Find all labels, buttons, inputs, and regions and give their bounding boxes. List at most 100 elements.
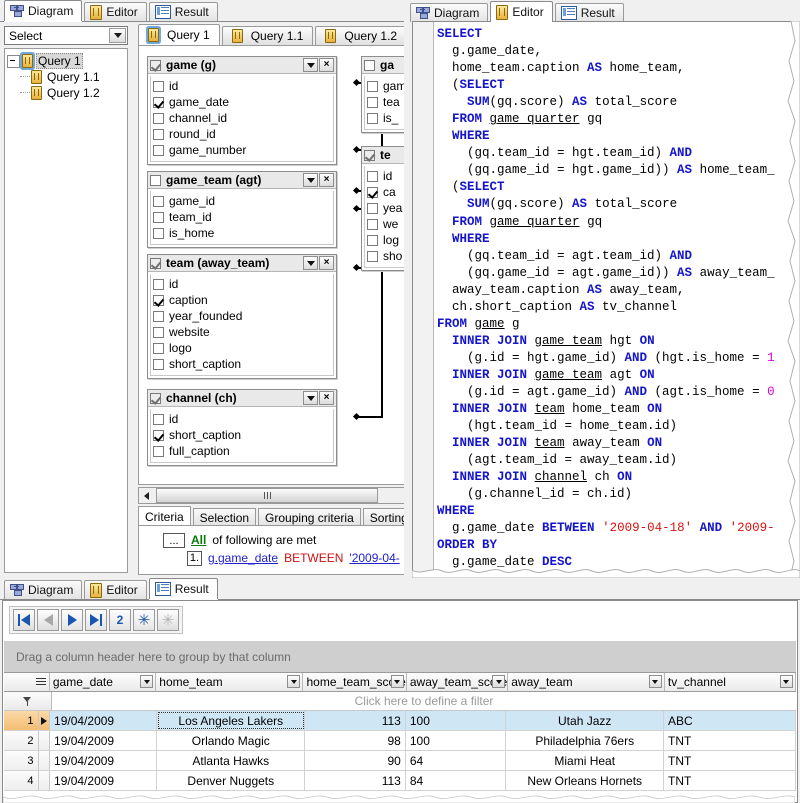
tab-diagram[interactable]: Diagram <box>4 580 82 599</box>
table-checkbox[interactable] <box>364 60 375 71</box>
tab-grouping-criteria[interactable]: Grouping criteria <box>258 508 361 526</box>
tree-item-query-1-2[interactable]: Query 1.2 <box>7 85 125 101</box>
chevron-down-icon[interactable] <box>303 391 318 405</box>
chevron-down-icon[interactable] <box>303 173 318 187</box>
field-row[interactable]: website <box>153 324 331 340</box>
table-cell[interactable]: Orlando Magic <box>157 731 305 750</box>
field-checkbox[interactable] <box>153 97 164 108</box>
table-row[interactable]: 419/04/2009Denver Nuggets11384New Orlean… <box>4 771 796 791</box>
chevron-down-icon[interactable] <box>649 675 662 688</box>
row-index[interactable]: 1 <box>4 711 39 730</box>
query-tab-1[interactable]: Query 1 <box>138 24 220 45</box>
table-box-team-away[interactable]: team (away_team) × id caption year_found… <box>147 254 337 379</box>
tab-criteria[interactable]: Criteria <box>138 506 191 526</box>
scrollbar-thumb[interactable] <box>156 488 378 503</box>
table-cell[interactable]: Los Angeles Lakers <box>157 711 305 730</box>
criteria-all-keyword[interactable]: All <box>191 533 206 547</box>
field-checkbox[interactable] <box>367 97 378 108</box>
table-cell[interactable]: 98 <box>305 731 406 750</box>
criteria-condition-row[interactable]: 1. g.game_date BETWEEN '2009-04- <box>143 549 411 567</box>
sql-code-text[interactable]: SELECT g.game_date, home_team.caption AS… <box>437 26 800 578</box>
field-checkbox[interactable] <box>153 295 164 306</box>
field-row[interactable]: channel_id <box>153 110 331 126</box>
field-checkbox[interactable] <box>367 187 378 198</box>
field-checkbox[interactable] <box>153 81 164 92</box>
close-icon[interactable]: × <box>319 391 334 405</box>
field-checkbox[interactable] <box>153 279 164 290</box>
insert-record-button[interactable]: ✳ <box>133 609 155 631</box>
chevron-down-icon[interactable] <box>140 675 153 688</box>
field-row[interactable]: full_caption <box>153 443 331 459</box>
field-row[interactable]: short_caption <box>153 427 331 443</box>
diagram-horizontal-scrollbar[interactable] <box>138 487 416 504</box>
field-checkbox[interactable] <box>153 212 164 223</box>
table-checkbox[interactable] <box>150 393 161 404</box>
table-header[interactable]: game (g) × <box>148 57 336 74</box>
refresh-button[interactable]: 2 <box>109 609 131 631</box>
field-row[interactable]: round_id <box>153 126 331 142</box>
table-cell[interactable]: 113 <box>305 711 406 730</box>
field-row[interactable]: year_founded <box>153 308 331 324</box>
table-row[interactable]: 119/04/2009Los Angeles Lakers113100Utah … <box>4 711 796 731</box>
row-index[interactable]: 3 <box>4 751 39 770</box>
row-index[interactable]: 4 <box>4 771 39 790</box>
field-row[interactable]: caption <box>153 292 331 308</box>
query-tab-1-2[interactable]: Query 1.2 <box>315 26 407 45</box>
table-header[interactable]: team (away_team) × <box>148 255 336 272</box>
tab-result[interactable]: Result <box>149 578 218 599</box>
field-checkbox[interactable] <box>153 446 164 457</box>
table-cell[interactable]: 19/04/2009 <box>50 731 157 750</box>
sql-editor-body[interactable]: SELECT g.game_date, home_team.caption AS… <box>412 21 800 578</box>
select-combobox[interactable]: Select <box>4 26 128 45</box>
field-checkbox[interactable] <box>153 327 164 338</box>
table-cell[interactable]: Atlanta Hawks <box>157 751 305 770</box>
tab-result[interactable]: Result <box>555 3 624 22</box>
diagram-canvas[interactable]: game (g) × id game_date channel_id round… <box>138 45 416 485</box>
field-row[interactable]: is_home <box>153 225 331 241</box>
filter-hint[interactable]: Click here to define a filter <box>52 692 796 710</box>
table-cell[interactable]: Philadelphia 76ers <box>506 731 664 750</box>
chevron-down-icon[interactable] <box>391 675 404 688</box>
group-by-drop-area[interactable]: Drag a column header here to group by th… <box>4 641 796 673</box>
field-checkbox[interactable] <box>367 235 378 246</box>
table-header[interactable]: channel (ch) × <box>148 390 336 407</box>
close-icon[interactable]: × <box>319 58 334 72</box>
query-tab-1-1[interactable]: Query 1.1 <box>222 26 314 45</box>
column-chooser-icon[interactable] <box>36 678 46 687</box>
chevron-down-icon[interactable] <box>303 58 318 72</box>
field-checkbox[interactable] <box>153 311 164 322</box>
table-header[interactable]: game_team (agt) × <box>148 172 336 189</box>
next-record-button[interactable] <box>61 609 83 631</box>
chevron-down-icon[interactable] <box>109 28 126 43</box>
chevron-down-icon[interactable] <box>780 675 793 688</box>
field-row[interactable]: id <box>153 411 331 427</box>
filter-builder-button[interactable] <box>4 692 52 710</box>
field-checkbox[interactable] <box>153 196 164 207</box>
table-cell[interactable]: 64 <box>406 751 507 770</box>
table-cell[interactable]: 100 <box>406 711 507 730</box>
close-icon[interactable]: × <box>319 173 334 187</box>
chevron-down-icon[interactable] <box>287 675 300 688</box>
table-checkbox[interactable] <box>364 150 375 161</box>
field-checkbox[interactable] <box>153 145 164 156</box>
last-record-button[interactable] <box>85 609 107 631</box>
field-checkbox[interactable] <box>367 219 378 230</box>
chevron-down-icon[interactable] <box>492 675 505 688</box>
table-cell[interactable]: 84 <box>406 771 507 790</box>
criteria-field[interactable]: g.game_date <box>208 551 278 565</box>
table-cell[interactable]: 19/04/2009 <box>50 711 157 730</box>
criteria-value[interactable]: '2009-04- <box>349 551 399 565</box>
tab-editor[interactable]: Editor <box>490 1 552 22</box>
tab-selection[interactable]: Selection <box>193 508 256 526</box>
field-checkbox[interactable] <box>367 251 378 262</box>
table-cell[interactable]: TNT <box>664 751 796 770</box>
field-checkbox[interactable] <box>153 430 164 441</box>
field-row[interactable]: id <box>153 276 331 292</box>
table-row[interactable]: 319/04/2009Atlanta Hawks9064Miami HeatTN… <box>4 751 796 771</box>
result-grid[interactable]: game_date home_team home_team_score away… <box>4 673 796 802</box>
tab-diagram[interactable]: Diagram <box>410 3 488 22</box>
grid-filter-row[interactable]: Click here to define a filter <box>4 692 796 711</box>
table-cell[interactable]: 19/04/2009 <box>50 751 157 770</box>
close-icon[interactable]: × <box>319 256 334 270</box>
query-tree[interactable]: Query 1 Query 1.1 Query 1.2 <box>4 48 128 573</box>
